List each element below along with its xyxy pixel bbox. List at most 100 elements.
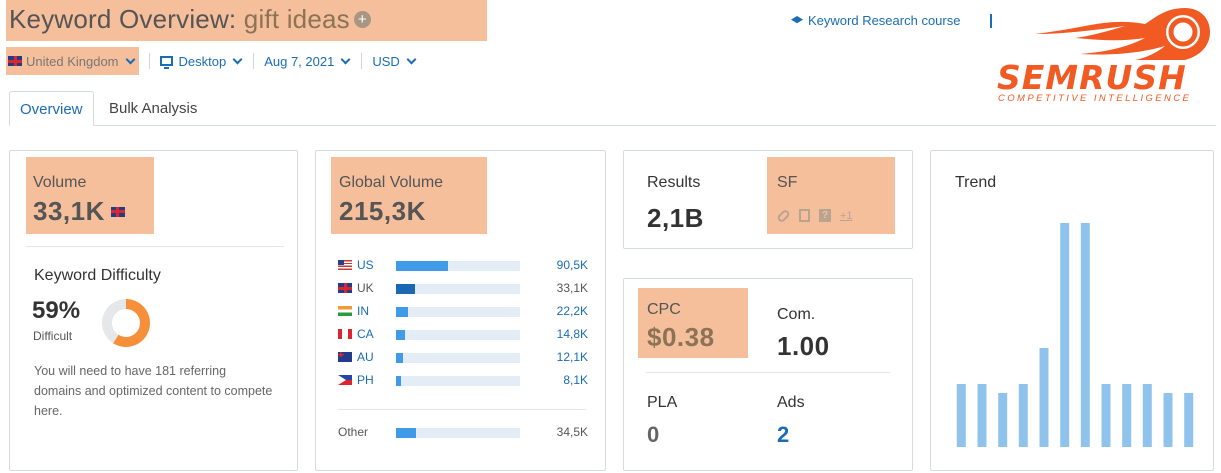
card-divider xyxy=(26,246,284,247)
chevron-down-icon xyxy=(340,54,351,64)
country-bar xyxy=(396,428,520,438)
keyword-research-course-link[interactable]: Keyword Research course xyxy=(791,13,960,28)
country-row[interactable]: US 90,5K xyxy=(338,257,588,275)
results-card: Results 2,1B SF ? +1 xyxy=(623,150,913,249)
cpc-label: CPC xyxy=(647,301,681,318)
document-icon xyxy=(799,209,810,222)
philippines-flag-icon xyxy=(338,375,352,385)
volume-highlight: Volume 33,1K xyxy=(26,157,154,234)
results-label: Results xyxy=(647,174,701,191)
volume-value: 33,1K xyxy=(33,196,154,227)
serp-features-icons: ? +1 xyxy=(776,208,853,223)
country-code: CA xyxy=(357,327,374,341)
trend-bar[interactable] xyxy=(1039,348,1049,447)
semrush-logo: SEMRUSH COMPETITIVE INTELLIGENCE xyxy=(995,4,1217,104)
country-bar xyxy=(396,307,520,317)
country-value: 8,1K xyxy=(563,373,588,387)
trend-bar[interactable] xyxy=(1122,384,1132,447)
competition-label: Com. xyxy=(777,306,816,323)
card-divider xyxy=(646,372,890,373)
trend-card: Trend xyxy=(930,150,1214,471)
add-keyword-icon[interactable]: + xyxy=(353,10,371,28)
filter-bar: United Kingdom Desktop Aug 7, 2021 USD xyxy=(6,47,417,75)
volume-label: Volume xyxy=(33,174,87,191)
course-link-label: Keyword Research course xyxy=(808,13,961,28)
country-row: UK 33,1K xyxy=(338,280,588,298)
filter-divider xyxy=(253,53,255,69)
trend-bar[interactable] xyxy=(1018,384,1028,447)
global-volume-value: 215,3K xyxy=(339,196,426,226)
link-icon xyxy=(776,208,791,223)
country-value: 14,8K xyxy=(556,327,588,341)
country-row[interactable]: IN 22,2K xyxy=(338,303,588,321)
tab-bar: Overview Bulk Analysis xyxy=(9,91,1216,126)
fireball-icon xyxy=(1035,8,1210,60)
trend-bar[interactable] xyxy=(1060,223,1070,447)
date-label: Aug 7, 2021 xyxy=(264,53,335,69)
trend-label: Trend xyxy=(955,174,997,191)
tab-overview[interactable]: Overview xyxy=(9,91,94,126)
title-highlight: Keyword Overview: gift ideas + xyxy=(6,0,487,41)
trend-bar[interactable] xyxy=(1142,384,1152,447)
uk-flag-icon xyxy=(338,283,352,293)
country-bar xyxy=(396,376,520,386)
cpc-highlight: CPC $0.38 xyxy=(638,288,748,358)
trend-bar[interactable] xyxy=(1080,223,1090,447)
database-label: United Kingdom xyxy=(26,53,119,69)
cpc-card: CPC $0.38 Com. 1.00 PLA 0 Ads 2 xyxy=(623,278,913,471)
keyword-text: gift ideas xyxy=(243,4,350,34)
trend-bar[interactable] xyxy=(1184,393,1194,447)
question-icon: ? xyxy=(819,209,831,222)
ads-label: Ads xyxy=(777,394,805,411)
global-volume-highlight: Global Volume 215,3K xyxy=(331,157,487,234)
india-flag-icon xyxy=(338,306,352,316)
trend-bar[interactable] xyxy=(1163,393,1173,447)
keyword-difficulty-level: Difficult xyxy=(33,329,73,343)
currency-selector[interactable]: USD xyxy=(372,53,417,69)
keyword-difficulty-description: You will need to have 181 referring doma… xyxy=(34,364,273,418)
trend-bar[interactable] xyxy=(998,393,1008,447)
other-label: Other xyxy=(338,425,369,439)
country-row[interactable]: AU 12,1K xyxy=(338,349,588,367)
keyword-difficulty-label: Keyword Difficulty xyxy=(34,267,161,284)
country-bar-fill xyxy=(396,307,408,317)
uk-flag-icon xyxy=(8,56,22,66)
filter-divider xyxy=(148,53,150,69)
country-code: UK xyxy=(357,281,374,295)
keyword-difficulty-donut xyxy=(102,299,150,347)
pla-label: PLA xyxy=(647,394,678,411)
country-bar-fill xyxy=(396,330,405,340)
database-selector[interactable]: United Kingdom xyxy=(6,47,139,75)
device-selector[interactable]: Desktop xyxy=(159,54,244,69)
global-volume-card: Global Volume 215,3K US 90,5K UK 33,1K I… xyxy=(315,150,606,471)
page-title: Keyword Overview: gift ideas + xyxy=(9,4,487,35)
competition-value: 1.00 xyxy=(777,331,830,361)
australia-flag-icon xyxy=(338,352,352,362)
country-code: US xyxy=(357,258,374,272)
us-flag-icon xyxy=(338,260,352,270)
serp-features-more[interactable]: +1 xyxy=(840,210,853,222)
country-bar-fill xyxy=(396,376,401,386)
ads-value[interactable]: 2 xyxy=(777,422,789,448)
tab-bulk-analysis[interactable]: Bulk Analysis xyxy=(99,91,207,126)
country-bar xyxy=(396,284,520,294)
filter-divider xyxy=(361,53,363,69)
country-code: PH xyxy=(357,373,374,387)
country-code: AU xyxy=(357,350,374,364)
date-selector[interactable]: Aug 7, 2021 xyxy=(264,54,351,69)
country-row[interactable]: CA 14,8K xyxy=(338,326,588,344)
serp-features-highlight: SF ? +1 xyxy=(767,157,895,234)
volume-number: 33,1K xyxy=(33,196,105,226)
country-row[interactable]: PH 8,1K xyxy=(338,372,588,390)
currency-label: USD xyxy=(372,53,400,69)
other-row: Other 34,5K xyxy=(338,424,588,442)
trend-bar[interactable] xyxy=(956,384,966,447)
graduation-cap-icon xyxy=(791,16,803,24)
trend-bar[interactable] xyxy=(977,384,987,447)
country-value: 12,1K xyxy=(556,350,588,364)
cpc-value: $0.38 xyxy=(647,322,715,352)
trend-bar[interactable] xyxy=(1101,384,1111,447)
chevron-down-icon xyxy=(406,54,417,64)
volume-card: Volume 33,1K Keyword Difficulty 59% Diff… xyxy=(9,150,298,471)
canada-flag-icon xyxy=(338,329,352,339)
